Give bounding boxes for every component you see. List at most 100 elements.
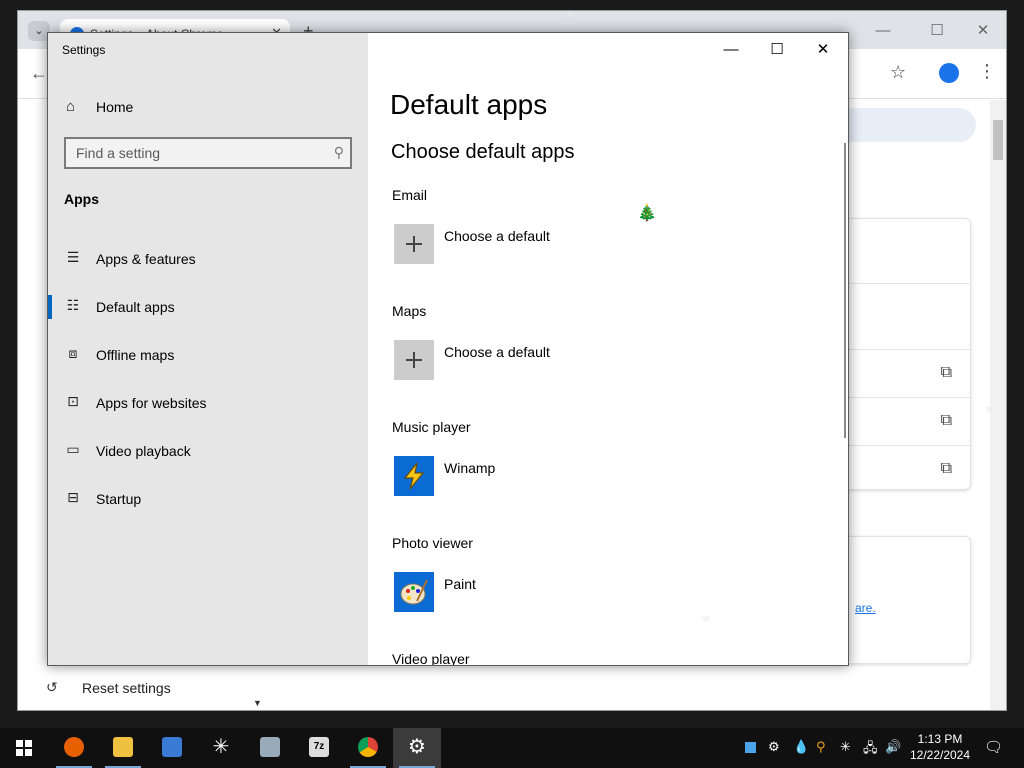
photo-viewer-button[interactable]: Paint — [394, 572, 694, 614]
chrome-maximize-button[interactable]: ☐ — [922, 19, 952, 43]
nav-label: Offline maps — [96, 347, 175, 363]
nav-label: Default apps — [96, 299, 175, 315]
gear-icon: ⚙ — [408, 736, 426, 758]
card-row — [829, 283, 970, 331]
app-label: Choose a default — [444, 228, 550, 244]
snowflake-icon: ❄ — [325, 517, 334, 528]
find-setting-input[interactable] — [66, 139, 326, 167]
taskbar: ✳ 7z ⚙ ⚙ 💧 ⚲ ✳ 🖧 🔊 1:13 PM 12/22/2024 🗨 — [0, 728, 1024, 768]
winamp-icon — [394, 456, 434, 496]
window-title: Settings — [62, 43, 106, 57]
back-arrow-icon[interactable]: ← — [30, 63, 48, 84]
windows-logo-icon — [16, 740, 32, 756]
snowflake-icon: ❄ — [985, 405, 994, 416]
home-label: Home — [96, 99, 134, 115]
list-icon: ☰ — [66, 249, 80, 265]
nav-startup[interactable]: ⊟ Startup — [48, 479, 368, 519]
category-music-player: Music player — [392, 419, 471, 435]
nav-label: Apps for websites — [96, 395, 207, 411]
page-title: Default apps — [390, 89, 548, 120]
tray-search-icon[interactable]: ⚲ — [816, 739, 826, 755]
settings-sidebar: Settings ⌂ Home ⚲ Apps ☰ Apps & features… — [48, 33, 368, 665]
startup-icon: ⊟ — [67, 489, 79, 505]
nav-label: Video playback — [96, 443, 191, 459]
close-button[interactable]: ✕ — [800, 39, 846, 61]
nav-apps-for-websites[interactable]: ⊡ Apps for websites — [48, 383, 368, 423]
map-icon: ⧈ — [68, 345, 78, 361]
snowflake-icon: ❄ — [212, 497, 221, 508]
external-link-icon[interactable]: ⧉ — [941, 364, 952, 382]
chrome-taskbar-button[interactable] — [344, 728, 392, 768]
chrome-close-button[interactable]: ✕ — [968, 19, 998, 43]
nav-label: Startup — [96, 491, 142, 507]
snowflake-icon: ✳ — [212, 736, 230, 758]
tray-settings-icon[interactable]: ⚙ — [768, 739, 780, 755]
snowflake-icon: ❄ — [292, 235, 301, 246]
chrome-minimize-button[interactable]: — — [868, 19, 898, 43]
plus-icon — [394, 224, 434, 264]
find-setting-box[interactable]: ⚲ — [64, 137, 352, 169]
music-player-button[interactable]: Winamp — [394, 456, 694, 498]
start-button[interactable] — [0, 728, 48, 768]
nav-label: Apps & features — [96, 251, 196, 267]
christmas-tree-icon: 🎄 — [637, 205, 657, 222]
scroll-thumb[interactable] — [993, 120, 1003, 160]
search-icon[interactable]: ⚲ — [334, 144, 344, 161]
scroll-down-arrow-icon[interactable]: ▼ — [253, 698, 262, 708]
bookmark-star-icon[interactable]: ☆ — [890, 62, 906, 83]
snowflake-taskbar-button[interactable]: ✳ — [197, 728, 245, 768]
network-icon[interactable]: 🖧 — [863, 739, 878, 761]
category-email: Email — [392, 187, 428, 203]
7zip-taskbar-button[interactable]: 7z — [295, 728, 343, 768]
card-row[interactable]: ⧉ — [829, 445, 970, 493]
file-explorer-taskbar-button[interactable] — [99, 728, 147, 768]
maximize-button[interactable]: ☐ — [754, 39, 800, 61]
content-scrollbar[interactable] — [844, 143, 846, 438]
nav-offline-maps[interactable]: ⧈ Offline maps — [48, 335, 368, 375]
chrome-menu-icon[interactable]: ⋮ — [978, 61, 996, 82]
nav-default-apps[interactable]: ☷ Default apps — [48, 287, 368, 327]
snowflake-icon: ❄ — [197, 343, 206, 354]
reset-icon: ↺ — [46, 679, 58, 695]
snowflake-icon: ❄ — [268, 218, 277, 229]
people-taskbar-button[interactable] — [148, 728, 196, 768]
app-label: Choose a default — [444, 344, 550, 360]
notification-icon[interactable]: 🗨 — [984, 738, 1003, 756]
web-app-icon: ⊡ — [67, 393, 79, 409]
nav-video-playback[interactable]: ▭ Video playback — [48, 431, 368, 471]
video-icon: ▭ — [66, 441, 80, 457]
nav-apps-features[interactable]: ☰ Apps & features — [48, 239, 368, 279]
minimize-button[interactable]: — — [708, 39, 754, 61]
app-label: Paint — [444, 576, 476, 592]
email-default-button[interactable]: Choose a default — [394, 224, 694, 266]
card-row[interactable]: ⧉ — [829, 397, 970, 445]
app-label: Winamp — [444, 460, 496, 476]
tray-drop-icon[interactable]: 💧 — [793, 739, 809, 755]
chrome-icon — [358, 737, 378, 757]
snowflake-icon: ❄ — [702, 614, 711, 625]
tray-app-icon[interactable] — [745, 742, 756, 753]
default-apps-icon: ☷ — [66, 297, 80, 313]
page-subtitle: Choose default apps — [391, 141, 575, 163]
clock[interactable]: 1:13 PM 12/22/2024 — [905, 731, 975, 763]
home-nav-item[interactable]: ⌂ Home — [48, 89, 368, 125]
snowflake-icon: ❄ — [310, 372, 319, 383]
snowflake-icon: ❄ — [565, 10, 574, 21]
external-link-icon[interactable]: ⧉ — [941, 460, 952, 478]
learn-more-link[interactable]: are. — [855, 601, 876, 615]
7zip-icon: 7z — [309, 737, 329, 757]
clock-time: 1:13 PM — [917, 732, 963, 746]
section-heading: Apps — [64, 191, 99, 207]
settings-taskbar-button[interactable]: ⚙ — [393, 728, 441, 768]
image-viewer-taskbar-button[interactable] — [246, 728, 294, 768]
people-icon — [162, 737, 182, 757]
card-row[interactable]: ⧉ — [829, 349, 970, 397]
tray-snowflake-icon[interactable]: ✳ — [840, 739, 851, 755]
volume-icon[interactable]: 🔊 — [885, 739, 901, 755]
profile-avatar[interactable] — [939, 63, 959, 83]
external-link-icon[interactable]: ⧉ — [941, 412, 952, 430]
reset-settings-link[interactable]: Reset settings — [82, 680, 171, 696]
maps-default-button[interactable]: Choose a default — [394, 340, 694, 382]
settings-content: — ☐ ✕ Default apps Choose default apps E… — [368, 33, 848, 665]
firefox-taskbar-button[interactable] — [50, 728, 98, 768]
